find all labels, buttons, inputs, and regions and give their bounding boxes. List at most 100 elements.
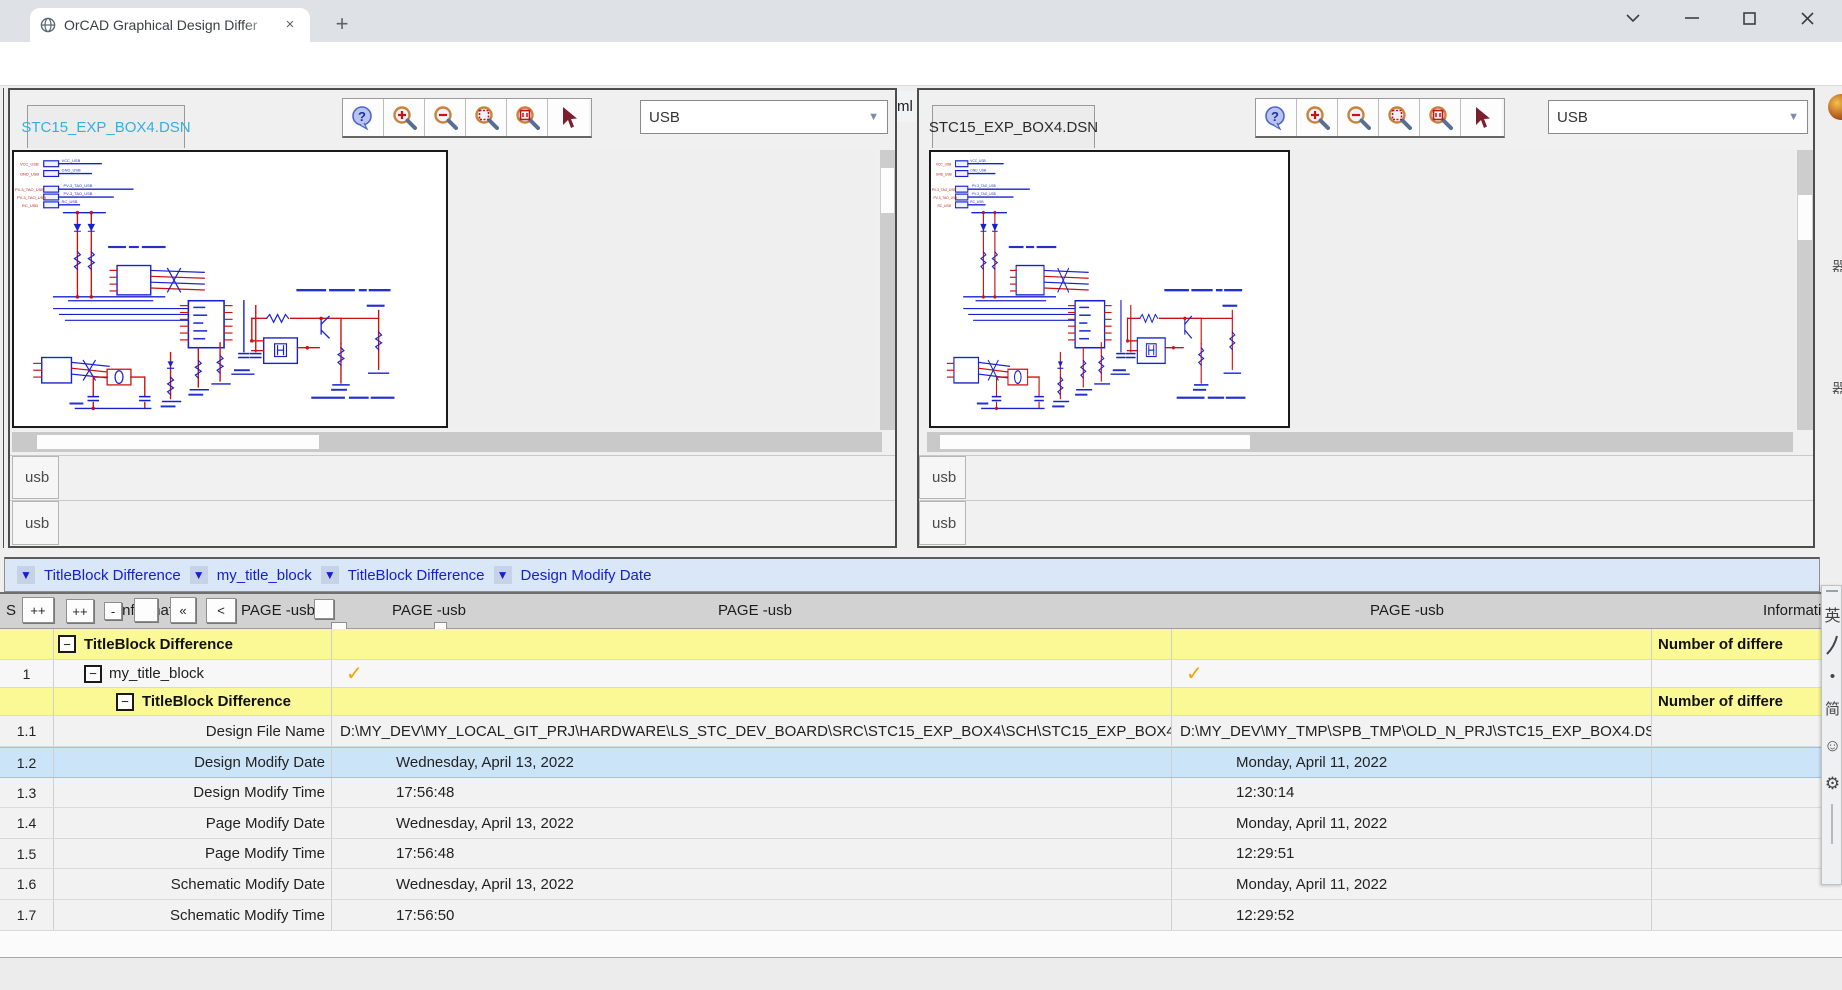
first-diff-button[interactable]: « [170,597,196,623]
group-row-titleblock-difference-1[interactable]: − TitleBlock Difference Number of differ… [0,629,1842,660]
pen-stroke-icon[interactable] [1825,634,1840,656]
header-s: S [6,602,16,619]
window-close-button[interactable] [1790,4,1824,32]
pointer-tool-button[interactable] [1461,99,1502,136]
svg-text:?: ? [1271,109,1279,124]
window-minimize-button[interactable] [1675,4,1709,32]
group-row-titleblock-difference-2[interactable]: − TitleBlock Difference Number of differ… [0,688,1842,716]
new-tab-button[interactable]: + [330,13,354,37]
zoom-in-button[interactable] [384,99,425,136]
zoom-out-button[interactable] [1338,99,1379,136]
favicon-globe-icon [40,17,56,33]
right-vertical-scrollbar-thumb[interactable] [1798,195,1812,240]
breadcrumb-marker-icon[interactable]: ▼ [190,566,208,584]
right-horizontal-scrollbar-thumb[interactable] [940,435,1250,449]
row-right-value: 12:29:52 [1236,907,1294,924]
left-usb-row-1[interactable]: usb [10,455,895,498]
left-vertical-scrollbar[interactable] [880,150,895,430]
help-button[interactable]: ? [343,99,384,136]
clipped-app-icon[interactable] [1828,94,1842,120]
row-info-cell [1651,900,1842,930]
right-usb-row-1-label: usb [932,469,956,486]
zoom-fit-button[interactable] [466,99,507,136]
left-usb-row-2[interactable]: usb [10,500,895,546]
left-horizontal-scrollbar-thumb[interactable] [37,435,319,449]
bullet-icon[interactable]: • [1822,668,1842,685]
browser-tab[interactable]: OrCAD Graphical Design Differ × [30,8,310,42]
group-right-cell [1171,629,1651,659]
group-label: TitleBlock Difference [142,693,291,710]
table-row[interactable]: 1.3 Design Modify Time 17:56:48 12:30:14 [0,778,1842,808]
right-design-tab[interactable]: STC15_EXP_BOX4.DSN [932,105,1095,148]
table-row-selected[interactable]: 1.2 Design Modify Date Wednesday, April … [0,747,1842,778]
prev-diff-button[interactable]: < [206,598,236,623]
ime-simplified-icon[interactable]: 简 [1822,698,1842,719]
row-right-value: Monday, April 11, 2022 [1236,815,1387,832]
pointer-tool-button[interactable] [548,99,589,136]
collapse-toggle[interactable]: − [58,635,76,653]
left-design-tab[interactable]: STC15_EXP_BOX4.DSN [27,105,185,148]
expand-button[interactable]: ++ [66,599,94,623]
table-row[interactable]: 1.1 Design File Name D:\MY_DEV\MY_LOCAL_… [0,716,1842,747]
help-button[interactable]: ? [1256,99,1297,136]
tab-search-chevron-icon[interactable] [1616,4,1650,32]
item-row-my-title-block[interactable]: 1 − my_title_block ✓ ✓ [0,660,1842,688]
breadcrumb-item-titleblock-difference-1[interactable]: TitleBlock Difference [44,567,181,584]
zoom-in-button[interactable] [1297,99,1338,136]
row-number: 1.7 [17,907,36,923]
left-schematic-viewport[interactable] [10,150,878,430]
left-vertical-scrollbar-thumb[interactable] [881,168,894,213]
right-schematic-viewport[interactable] [919,150,1795,430]
item-number: 1 [23,666,31,682]
collapse-toggle[interactable]: − [84,665,102,683]
ime-language-icon[interactable]: 英 [1822,602,1842,626]
gear-icon[interactable]: ⚙ [1822,774,1842,794]
group-left-cell [331,688,1171,715]
zoom-fit-button[interactable] [1379,99,1420,136]
table-row[interactable]: 1.7 Schematic Modify Time 17:56:50 12:29… [0,900,1842,931]
left-page-dropdown[interactable]: USB ▼ [640,100,888,134]
group-right-cell [1171,688,1651,715]
blank-nav-button[interactable] [134,598,158,622]
collapse-toggle[interactable]: − [116,693,134,711]
breadcrumb-item-my-title-block[interactable]: my_title_block [217,567,312,584]
blank-nav-button[interactable] [314,599,334,619]
ime-drag-handle[interactable] [1826,590,1838,592]
left-usb-row-1-label: usb [25,469,49,486]
group-info: Number of differe [1658,636,1783,653]
left-design-panel: STC15_EXP_BOX4.DSN ? USB ▼ [8,88,897,548]
browser-url-bar: ← → 文件 | C:/Users/chenx/AppData/Local/Te… [0,42,1842,86]
collapse-button[interactable]: - [104,602,122,620]
right-page-dropdown-value: USB [1557,109,1588,126]
breadcrumb-item-design-modify-date[interactable]: Design Modify Date [521,567,652,584]
clipped-glyph: 器 [1832,378,1842,394]
window-maximize-button[interactable] [1732,4,1766,32]
right-usb-row-2[interactable]: usb [919,500,1813,546]
row-label: Design Modify Date [194,754,325,771]
row-left-value: Wednesday, April 13, 2022 [396,754,574,771]
table-row[interactable]: 1.5 Page Modify Time 17:56:48 12:29:51 [0,839,1842,869]
ime-toolbar: 英 • 简 ☺ ⚙ [1821,585,1842,885]
zoom-selection-button[interactable] [507,99,548,136]
right-vertical-scrollbar[interactable] [1797,150,1813,430]
breadcrumb-marker-icon[interactable]: ▼ [494,566,512,584]
emoji-icon[interactable]: ☺ [1822,736,1842,756]
zoom-selection-button[interactable] [1420,99,1461,136]
table-row[interactable]: 1.4 Page Modify Date Wednesday, April 13… [0,808,1842,839]
breadcrumb-marker-icon[interactable]: ▼ [321,566,339,584]
left-design-tab-label: STC15_EXP_BOX4.DSN [21,119,190,136]
zoom-out-button[interactable] [425,99,466,136]
right-usb-row-1[interactable]: usb [919,455,1813,498]
table-row[interactable]: 1.6 Schematic Modify Date Wednesday, Apr… [0,869,1842,900]
row-right-value: Monday, April 11, 2022 [1236,754,1387,771]
row-label: Design File Name [206,723,325,740]
expand-all-button[interactable]: ++ [22,597,54,623]
breadcrumb-marker-icon[interactable]: ▼ [17,566,35,584]
tab-close-icon[interactable]: × [280,15,300,35]
left-horizontal-scrollbar[interactable] [12,432,882,452]
right-page-dropdown[interactable]: USB ▼ [1548,100,1808,134]
row-number: 1.2 [17,755,36,771]
breadcrumb-item-titleblock-difference-2[interactable]: TitleBlock Difference [348,567,485,584]
right-horizontal-scrollbar[interactable] [927,432,1793,452]
right-design-panel: STC15_EXP_BOX4.DSN ? USB ▼ [917,88,1815,548]
